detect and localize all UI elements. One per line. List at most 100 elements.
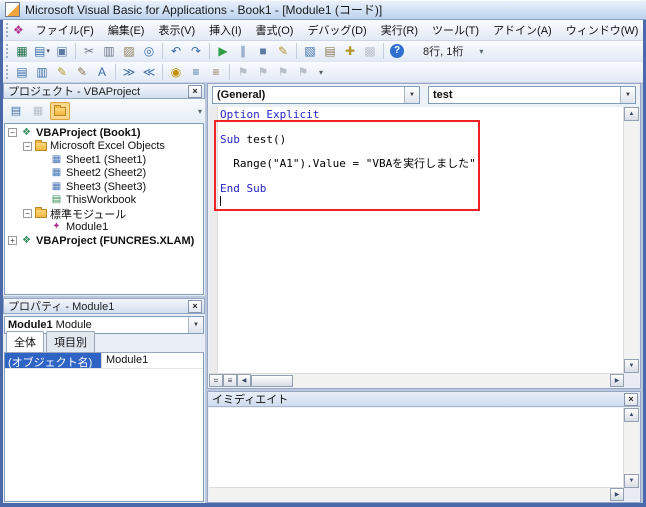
code-horizontal-scrollbar[interactable]: =≡ ◀ ▶ xyxy=(209,373,624,387)
property-value-cell[interactable]: Module1 xyxy=(101,353,203,368)
collapse-icon[interactable]: − xyxy=(8,128,17,137)
copy-button[interactable]: ▥ xyxy=(100,42,118,60)
project-panel-header[interactable]: プロジェクト - VBAProject × xyxy=(3,83,205,99)
vba-app-icon[interactable] xyxy=(5,2,20,17)
properties-panel-header[interactable]: プロパティ - Module1 × xyxy=(3,298,205,314)
toggle-breakpoint-button[interactable]: ◉ xyxy=(167,63,185,81)
tree-item-sheet3[interactable]: ▦Sheet3 (Sheet3) xyxy=(5,180,203,194)
view-code-button[interactable]: ▤ xyxy=(6,102,26,120)
tree-item-standard-modules[interactable]: −標準モジュール xyxy=(5,207,203,221)
cut-button[interactable]: ✂ xyxy=(80,42,98,60)
outdent-button[interactable]: ≪ xyxy=(140,63,158,81)
toolbar-overflow-button[interactable]: ▾ xyxy=(198,107,202,116)
code-vertical-scrollbar[interactable]: ▲ ▼ xyxy=(623,107,639,373)
toolbar-grip[interactable] xyxy=(6,65,8,79)
close-icon[interactable]: × xyxy=(624,393,638,406)
paste-button[interactable]: ▨ xyxy=(120,42,138,60)
toolbar-grip[interactable] xyxy=(6,44,8,58)
menu-item-0[interactable]: ファイル(F) xyxy=(29,18,101,42)
collapse-icon[interactable]: − xyxy=(23,142,32,151)
toolbar-overflow-button[interactable]: ▾ xyxy=(319,68,323,77)
toolbox-button[interactable]: ✚ xyxy=(341,42,359,60)
uncomment-block-button[interactable]: ≡ xyxy=(207,63,225,81)
list-properties-button[interactable]: ▤ xyxy=(13,63,31,81)
code-editor[interactable]: Option Explicit Sub test() Range("A1").Va… xyxy=(209,107,639,387)
expand-icon[interactable]: + xyxy=(8,236,17,245)
menu-item-1[interactable]: 編集(E) xyxy=(101,18,152,42)
scroll-up-icon[interactable]: ▲ xyxy=(624,107,639,121)
parameter-info-button[interactable]: ✎ xyxy=(73,63,91,81)
code-line-3[interactable]: Sub test() xyxy=(220,134,623,146)
tree-item-sheet2[interactable]: ▦Sheet2 (Sheet2) xyxy=(5,167,203,181)
tree-item-sheet1[interactable]: ▦Sheet1 (Sheet1) xyxy=(5,153,203,167)
tab-0[interactable]: 全体 xyxy=(6,331,44,352)
insert-userform-button[interactable]: ▤▾ xyxy=(33,42,51,60)
close-icon[interactable]: × xyxy=(188,300,202,313)
menu-item-7[interactable]: ツール(T) xyxy=(425,18,486,42)
full-module-view-button[interactable]: ≡ xyxy=(223,374,237,387)
code-line-6[interactable] xyxy=(220,170,623,182)
code-line-7[interactable]: End Sub xyxy=(220,183,623,195)
find-button[interactable]: ◎ xyxy=(140,42,158,60)
tree-item-vbaproject-funcres[interactable]: +❖VBAProject (FUNCRES.XLAM) xyxy=(5,234,203,248)
toolbar-grip[interactable] xyxy=(6,23,8,37)
margin-indicator-bar[interactable] xyxy=(209,107,218,373)
scroll-down-icon[interactable]: ▼ xyxy=(624,474,639,488)
project-explorer-button[interactable]: ▧ xyxy=(301,42,319,60)
title-bar[interactable]: Microsoft Visual Basic for Applications … xyxy=(0,0,646,20)
scroll-down-icon[interactable]: ▼ xyxy=(624,359,639,373)
complete-word-button[interactable]: A xyxy=(93,63,111,81)
indent-button[interactable]: ≫ xyxy=(120,63,138,81)
procedure-view-button[interactable]: = xyxy=(209,374,223,387)
immediate-vertical-scrollbar[interactable]: ▲ ▼ xyxy=(623,408,639,488)
help-button[interactable]: ? xyxy=(388,42,406,60)
immediate-horizontal-scrollbar[interactable]: ▶ xyxy=(209,487,624,501)
tree-item-ms-excel-objects[interactable]: −Microsoft Excel Objects xyxy=(5,140,203,154)
horizontal-scrollbar-thumb[interactable] xyxy=(251,375,293,387)
save-button[interactable]: ▣ xyxy=(53,42,71,60)
menu-item-2[interactable]: 表示(V) xyxy=(151,18,202,42)
view-excel-button[interactable]: ▦ xyxy=(13,42,31,60)
chevron-down-icon[interactable]: ▼ xyxy=(188,317,203,333)
scroll-right-icon[interactable]: ▶ xyxy=(610,488,624,501)
undo-button[interactable]: ↶ xyxy=(167,42,185,60)
scroll-up-icon[interactable]: ▲ xyxy=(624,408,639,422)
quick-info-button[interactable]: ✎ xyxy=(53,63,71,81)
properties-grid[interactable]: (オブジェクト名)Module1 xyxy=(4,352,204,502)
design-mode-button[interactable]: ✎ xyxy=(274,42,292,60)
property-row[interactable]: (オブジェクト名)Module1 xyxy=(5,353,203,369)
procedure-combo[interactable]: test ▼ xyxy=(428,86,636,104)
menu-item-5[interactable]: デバッグ(D) xyxy=(300,18,373,42)
code-line-5[interactable]: Range("A1").Value = "VBAを実行しました" xyxy=(220,158,623,170)
collapse-icon[interactable]: − xyxy=(23,209,32,218)
break-button[interactable]: ∥ xyxy=(234,42,252,60)
chevron-down-icon[interactable]: ▼ xyxy=(404,87,419,103)
scroll-right-icon[interactable]: ▶ xyxy=(610,374,624,387)
project-tree[interactable]: −❖VBAProject (Book1)−Microsoft Excel Obj… xyxy=(4,123,204,295)
scroll-left-icon[interactable]: ◀ xyxy=(237,374,251,387)
redo-button[interactable]: ↷ xyxy=(187,42,205,60)
toolbar-overflow-button[interactable]: ▾ xyxy=(479,47,483,56)
close-icon[interactable]: × xyxy=(188,85,202,98)
immediate-window-content[interactable]: ▲ ▼ ▶ xyxy=(209,408,639,501)
tree-item-module1[interactable]: ✦Module1 xyxy=(5,221,203,235)
comment-block-button[interactable]: ≡ xyxy=(187,63,205,81)
code-content[interactable]: Option Explicit Sub test() Range("A1").Va… xyxy=(220,109,623,373)
immediate-window-header[interactable]: イミディエイト × xyxy=(208,392,640,407)
code-line-1[interactable]: Option Explicit xyxy=(220,109,623,121)
menu-item-4[interactable]: 書式(O) xyxy=(249,18,301,42)
tab-1[interactable]: 項目別 xyxy=(46,331,95,352)
object-combo[interactable]: (General) ▼ xyxy=(212,86,420,104)
menu-item-9[interactable]: ウィンドウ(W) xyxy=(559,18,646,42)
menu-item-8[interactable]: アドイン(A) xyxy=(486,18,559,42)
property-name-cell[interactable]: (オブジェクト名) xyxy=(5,353,101,368)
tree-item-vbaproject-book1[interactable]: −❖VBAProject (Book1) xyxy=(5,126,203,140)
chevron-down-icon[interactable]: ▼ xyxy=(620,87,635,103)
menu-item-6[interactable]: 実行(R) xyxy=(374,18,425,42)
properties-window-button[interactable]: ▤ xyxy=(321,42,339,60)
reset-button[interactable]: ■ xyxy=(254,42,272,60)
view-object-button[interactable]: ▦ xyxy=(28,102,48,120)
toggle-folders-button[interactable] xyxy=(50,102,70,120)
run-sub-button[interactable]: ▶ xyxy=(214,42,232,60)
code-line-8[interactable] xyxy=(220,195,623,207)
